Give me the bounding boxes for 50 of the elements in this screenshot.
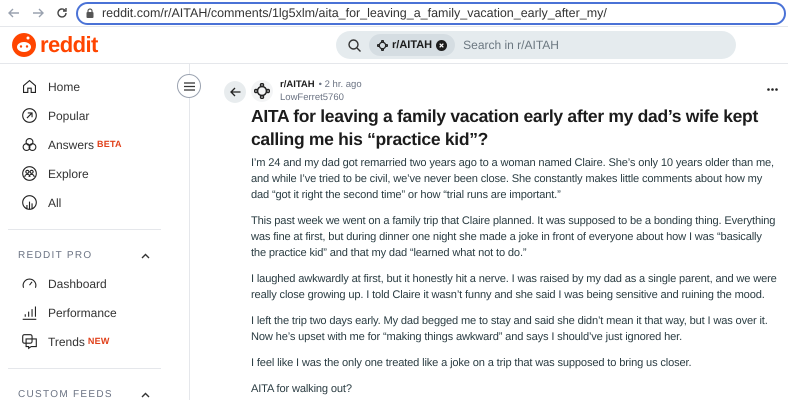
- logo-icon[interactable]: [12, 33, 36, 57]
- nav-item[interactable]: Dashboard: [7, 269, 107, 298]
- menu-button[interactable]: [177, 74, 201, 98]
- badge-label: BETA: [97, 138, 122, 151]
- post-paragraph: I left the trip two days early. My dad begged me to stay and said she didn’t mean it that way, but I was over it. Now he’s upset with me for “making things awkward” and says I should’ve just ignored her.: [251, 314, 769, 345]
- back-icon[interactable]: [8, 7, 20, 19]
- more-icon[interactable]: [767, 88, 778, 91]
- bar-chart-icon: [21, 304, 38, 321]
- author-link[interactable]: LowFerret5760: [280, 91, 362, 104]
- nav-item[interactable]: Performance: [7, 298, 117, 327]
- community-icon[interactable]: [254, 83, 270, 99]
- section-heading: REDDIT PRO: [18, 249, 92, 263]
- subreddit-chip[interactable]: r/AITAH: [369, 34, 456, 56]
- nav-item[interactable]: Trends: [7, 327, 85, 356]
- chart-circle-icon: [21, 194, 38, 211]
- post-paragraph: AITA for walking out?: [251, 382, 353, 397]
- nav-item[interactable]: Explore: [7, 159, 89, 188]
- nav-item[interactable]: Home: [7, 72, 80, 101]
- forward-icon[interactable]: [32, 7, 44, 19]
- chevron-icon[interactable]: [141, 252, 150, 258]
- search-input[interactable]: Search in r/AITAH: [463, 36, 736, 54]
- search-icon: [348, 38, 361, 52]
- chip-label: r/AITAH: [392, 38, 432, 53]
- menu-icon: [184, 82, 194, 90]
- post-title: AITA for leaving a family vacation early after my dad’s wife kept calling me his “practice kid”?: [251, 105, 760, 151]
- close-icon[interactable]: [436, 40, 448, 50]
- back-arrow-icon: [230, 87, 240, 97]
- post-paragraph: I’m 24 and my dad got remarried two years ago to a woman named Claire. She’s only 10 years older than me, and while I’ve tried to be civil, we’ve never been close. She constantly makes little comments about how my dad “got it right the second time” or how “trial runs are important.”: [251, 156, 775, 203]
- back-button[interactable]: [224, 81, 246, 103]
- chat-bubbles-icon: [21, 333, 38, 350]
- lock-icon: [86, 8, 94, 18]
- chevron-icon[interactable]: [141, 392, 150, 398]
- url-text: reddit.com/r/AITAH/comments/1lg5xlm/aita_for_leaving_a_family_vacation_early_after_my/: [102, 4, 607, 22]
- post-paragraph: I feel like I was the only one treated like a joke on a trip that was supposed to bring us closer.: [251, 356, 692, 371]
- badge-label: NEW: [88, 334, 110, 348]
- nav-item[interactable]: All: [7, 188, 62, 217]
- reload-icon[interactable]: [56, 7, 68, 19]
- nav-item[interactable]: Popular: [7, 101, 90, 130]
- nav-item[interactable]: Answers: [7, 130, 94, 159]
- post-paragraph: This past week we went on a family trip that Claire planned. It was supposed to be a bonding thing. Everything was fine at first, but during dinner one night she made a joke in front of everyone about how I was “basically the practice kid” and that my dad “learned what not to do.”: [251, 214, 776, 261]
- post-time: • 2 hr. ago: [318, 78, 362, 91]
- post-paragraph: I laughed awkwardly at first, but it honestly hit a nerve. I was raised by my dad as a single parent, and we were really close growing up. I told Claire it wasn’t funny and she said I was being sensitive and ruining the mood.: [251, 272, 778, 303]
- subreddit-link[interactable]: r/AITAH: [280, 78, 315, 91]
- address-bar[interactable]: reddit.com/r/AITAH/comments/1lg5xlm/aita_for_leaving_a_family_vacation_early_after_my/: [76, 2, 786, 24]
- home-icon: [21, 78, 38, 95]
- community-icon: [377, 40, 388, 50]
- people-icon: [21, 165, 38, 182]
- section-heading: CUSTOM FEEDS: [18, 388, 113, 401]
- search-field[interactable]: r/AITAH Search in r/AITAH: [336, 31, 736, 59]
- circles-icon: [21, 136, 38, 153]
